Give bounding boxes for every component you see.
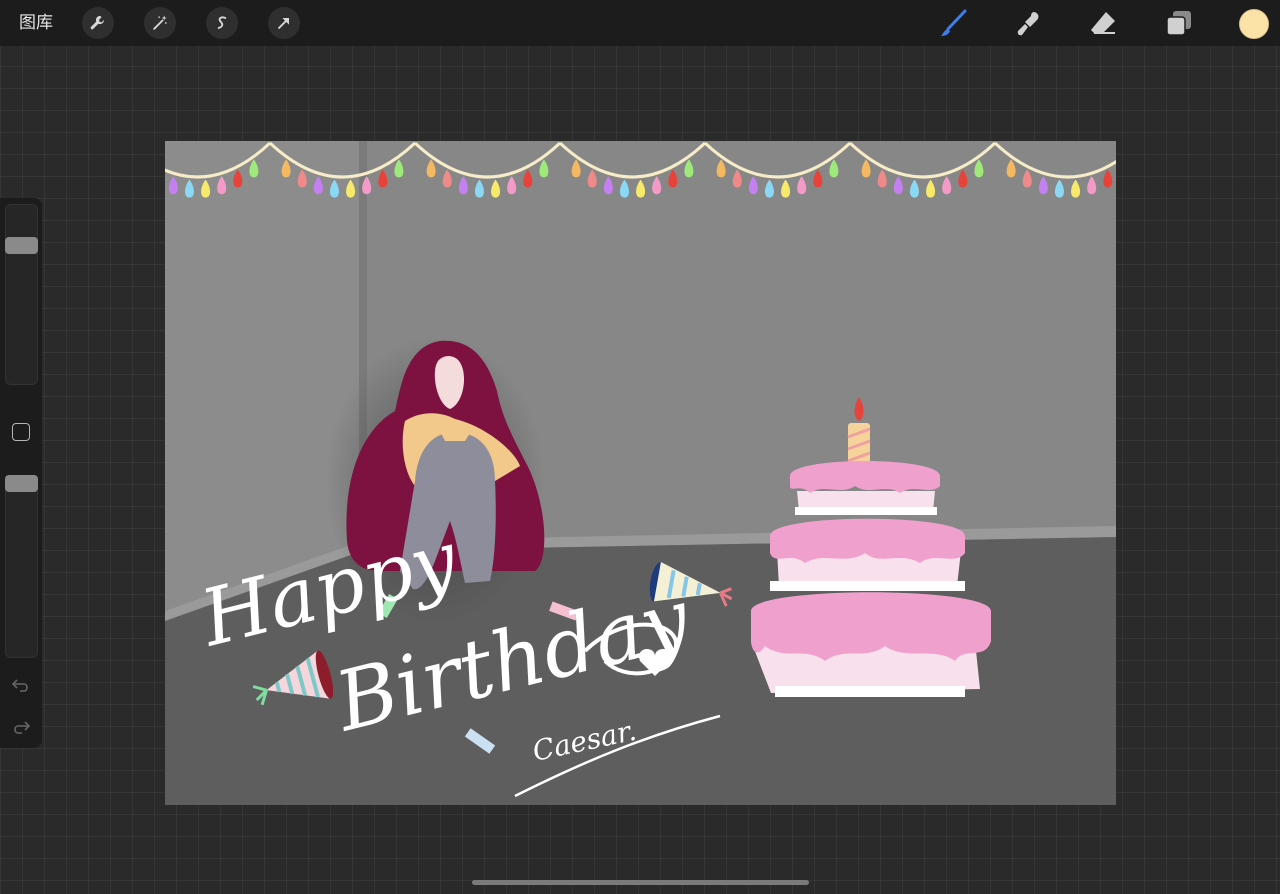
- top-toolbar: 图库: [0, 0, 1280, 46]
- brush-tool[interactable]: [938, 7, 970, 39]
- home-indicator: [472, 880, 809, 885]
- smudge-tool[interactable]: [1013, 7, 1045, 39]
- undo-icon[interactable]: [11, 675, 31, 695]
- brush-icon: [941, 9, 967, 36]
- gallery-button[interactable]: 图库: [19, 12, 53, 34]
- color-picker-button[interactable]: [1239, 9, 1269, 39]
- artwork-illustration: Happy Birthday Caesar.: [165, 141, 1116, 805]
- side-wall: [165, 141, 362, 611]
- smudge-icon: [1017, 12, 1039, 36]
- eraser-tool[interactable]: [1087, 7, 1119, 39]
- layers-button[interactable]: [1163, 7, 1195, 39]
- drawing-canvas[interactable]: Happy Birthday Caesar.: [165, 141, 1116, 805]
- brush-size-slider[interactable]: [5, 204, 38, 385]
- redo-icon[interactable]: [11, 717, 31, 737]
- opacity-thumb[interactable]: [5, 475, 38, 492]
- arrow-cursor-icon: [278, 17, 290, 29]
- magic-wand-icon: [153, 15, 167, 30]
- actions-button[interactable]: [82, 7, 114, 39]
- wrench-icon: [90, 15, 105, 30]
- brush-size-thumb[interactable]: [5, 236, 38, 254]
- layers-icon: [1166, 11, 1191, 36]
- transform-button[interactable]: [268, 7, 300, 39]
- selection-s-icon: [217, 16, 227, 29]
- eraser-icon: [1091, 12, 1115, 34]
- left-sidebar: [0, 198, 42, 748]
- adjustments-button[interactable]: [144, 7, 176, 39]
- opacity-slider[interactable]: [5, 475, 38, 658]
- modify-button[interactable]: [12, 423, 30, 441]
- selection-button[interactable]: [206, 7, 238, 39]
